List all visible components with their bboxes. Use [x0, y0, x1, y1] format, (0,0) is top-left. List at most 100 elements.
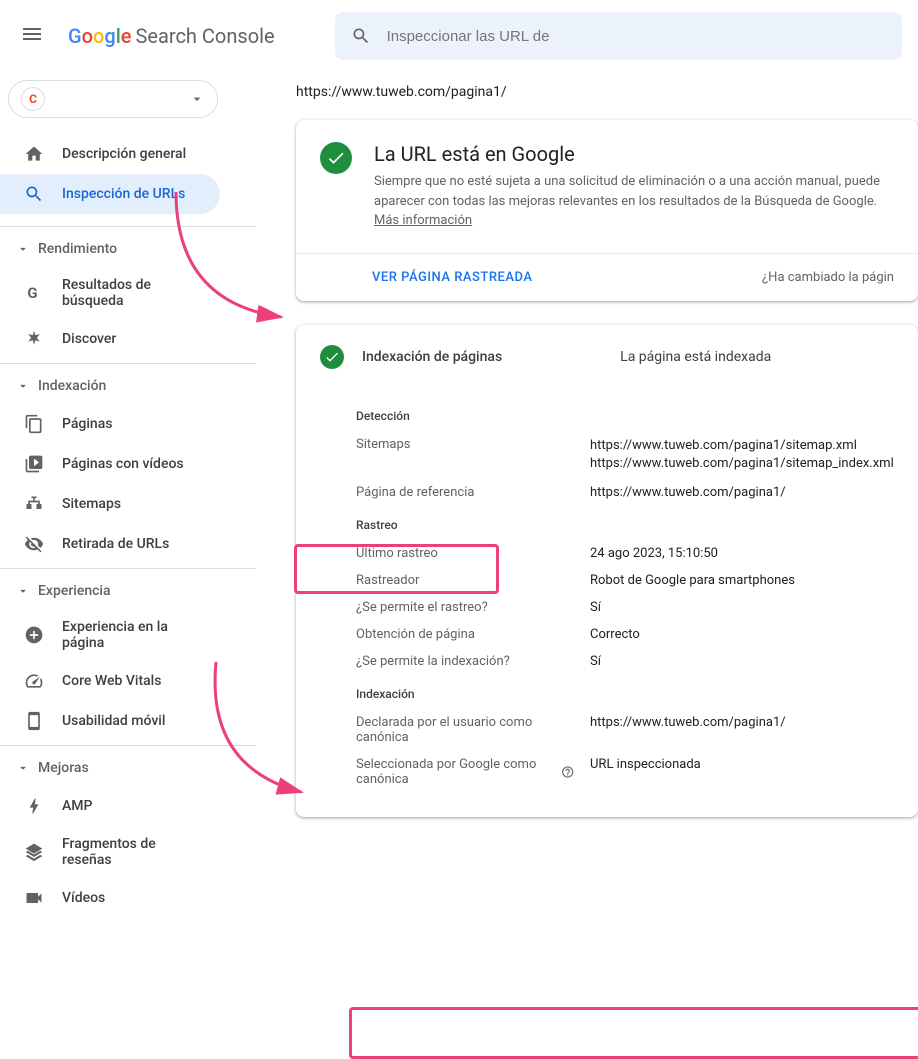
- user-canonical-label: Declarada por el usuario como canónica: [356, 715, 574, 745]
- allow-crawl-value: Sí: [590, 600, 894, 615]
- sidebar-item-page-experience[interactable]: Experiencia en la página: [0, 609, 220, 661]
- sidebar-item-video-pages[interactable]: Páginas con vídeos: [0, 444, 220, 484]
- nav-label: Retirada de URLs: [62, 536, 169, 552]
- nav-label: Inspección de URLs: [62, 186, 185, 202]
- nav-label: Core Web Vitals: [62, 673, 161, 689]
- sidebar-item-url-inspection[interactable]: Inspección de URLs: [0, 174, 220, 214]
- allow-crawl-label: ¿Se permite el rastreo?: [356, 600, 574, 615]
- section-crawl: Rastreo: [356, 506, 894, 540]
- crawler-label: Rastreador: [356, 573, 574, 588]
- pages-icon: [24, 414, 44, 434]
- mobile-icon: [24, 711, 44, 731]
- section-label: Mejoras: [38, 760, 89, 776]
- allow-index-value: Sí: [590, 654, 894, 669]
- nav-label: Sitemaps: [62, 496, 121, 512]
- nav-label: Páginas con vídeos: [62, 456, 184, 472]
- check-circle-icon: [320, 142, 352, 174]
- app-logo[interactable]: Google Search Console: [68, 24, 275, 48]
- sitemaps-value: https://www.tuweb.com/pagina1/sitemap.xm…: [590, 437, 894, 473]
- nav-label: Descripción general: [62, 146, 186, 162]
- indexing-title: Indexación de páginas: [362, 349, 502, 365]
- indexing-header[interactable]: Indexación de páginas La página está ind…: [296, 325, 918, 389]
- sidebar-item-core-web-vitals[interactable]: Core Web Vitals: [0, 661, 220, 701]
- section-label: Experiencia: [38, 583, 111, 599]
- nav-label: Fragmentos de reseñas: [62, 836, 196, 868]
- referring-page-value: https://www.tuweb.com/pagina1/: [590, 485, 894, 500]
- allow-index-label: ¿Se permite la indexación?: [356, 654, 574, 669]
- section-indexation: Indexación: [356, 675, 894, 709]
- page-fetch-value: Correcto: [590, 627, 894, 642]
- section-header-performance[interactable]: Rendimiento: [0, 231, 256, 267]
- search-icon: [351, 26, 371, 46]
- page-fetch-label: Obtención de página: [356, 627, 574, 642]
- highlight-annotation: [349, 1007, 918, 1059]
- nav-label: Resultados de búsqueda: [62, 277, 196, 309]
- hamburger-menu[interactable]: [16, 18, 48, 54]
- url-inspect-search[interactable]: [335, 12, 902, 60]
- chevron-down-icon: [16, 379, 30, 393]
- sidebar-item-review-snippets[interactable]: Fragmentos de reseñas: [0, 826, 220, 878]
- more-info-link[interactable]: Más información: [374, 213, 472, 228]
- crawler-value: Robot de Google para smartphones: [590, 573, 894, 588]
- sidebar-item-pages[interactable]: Páginas: [0, 404, 220, 444]
- sidebar-item-search-results[interactable]: G Resultados de búsqueda: [0, 267, 220, 319]
- status-card: La URL está en Google Siempre que no est…: [296, 120, 918, 301]
- sidebar-item-videos[interactable]: Vídeos: [0, 878, 220, 918]
- section-label: Indexación: [38, 378, 106, 394]
- sitemaps-label: Sitemaps: [356, 437, 574, 452]
- google-canonical-label: Seleccionada por Google como canónica: [356, 757, 574, 787]
- sidebar: C Descripción general Inspección de URLs…: [0, 72, 256, 918]
- last-crawl-label: Último rastreo: [356, 546, 574, 561]
- plus-circle-icon: [24, 625, 44, 645]
- video-icon: [24, 888, 44, 908]
- sidebar-item-removals[interactable]: Retirada de URLs: [0, 524, 220, 564]
- nav-label: Discover: [62, 331, 116, 347]
- main-content: https://www.tuweb.com/pagina1/ La URL es…: [256, 72, 918, 918]
- section-header-enhancements[interactable]: Mejoras: [0, 750, 256, 786]
- nav-label: Usabilidad móvil: [62, 713, 165, 729]
- section-detection: Detección: [356, 397, 894, 431]
- chevron-down-icon: [16, 584, 30, 598]
- chevron-down-icon: [16, 761, 30, 775]
- google-canonical-value: URL inspeccionada: [590, 757, 894, 772]
- inspected-url: https://www.tuweb.com/pagina1/: [296, 72, 918, 112]
- google-logo: Google: [68, 24, 132, 48]
- property-avatar: C: [21, 87, 45, 111]
- nav-label: Páginas: [62, 416, 112, 432]
- eye-off-icon: [24, 534, 44, 554]
- user-canonical-value: https://www.tuweb.com/pagina1/: [590, 715, 894, 730]
- chevron-down-icon: [16, 242, 30, 256]
- status-description: Siempre que no esté sujeta a una solicit…: [374, 172, 894, 231]
- chevron-down-icon: [189, 91, 205, 107]
- sitemap-icon: [24, 494, 44, 514]
- nav-label: AMP: [62, 798, 92, 814]
- home-icon: [24, 144, 44, 164]
- sidebar-item-amp[interactable]: AMP: [0, 786, 220, 826]
- page-changed-hint: ¿Ha cambiado la págin: [762, 270, 894, 285]
- indexing-card: Indexación de páginas La página está ind…: [296, 325, 918, 817]
- section-header-indexing[interactable]: Indexación: [0, 368, 256, 404]
- help-icon[interactable]: [561, 764, 574, 780]
- video-pages-icon: [24, 454, 44, 474]
- property-selector[interactable]: C: [8, 80, 218, 118]
- sidebar-item-overview[interactable]: Descripción general: [0, 134, 220, 174]
- section-header-experience[interactable]: Experiencia: [0, 573, 256, 609]
- nav-label: Experiencia en la página: [62, 619, 196, 651]
- referring-page-label: Página de referencia: [356, 485, 574, 500]
- app-title: Search Console: [136, 24, 275, 48]
- sidebar-item-discover[interactable]: Discover: [0, 319, 220, 359]
- speed-icon: [24, 671, 44, 691]
- section-label: Rendimiento: [38, 241, 117, 257]
- sidebar-item-mobile-usability[interactable]: Usabilidad móvil: [0, 701, 220, 741]
- search-icon: [24, 184, 44, 204]
- sidebar-item-sitemaps[interactable]: Sitemaps: [0, 484, 220, 524]
- last-crawl-value: 24 ago 2023, 15:10:50: [590, 546, 894, 561]
- svg-text:G: G: [27, 284, 37, 302]
- search-input[interactable]: [387, 28, 886, 45]
- status-title: La URL está en Google: [374, 142, 894, 166]
- view-crawled-button[interactable]: VER PÁGINA RASTREADA: [372, 270, 532, 285]
- nav-label: Vídeos: [62, 890, 105, 906]
- indexing-status: La página está indexada: [620, 349, 771, 365]
- stack-icon: [24, 842, 44, 862]
- bolt-icon: [24, 796, 44, 816]
